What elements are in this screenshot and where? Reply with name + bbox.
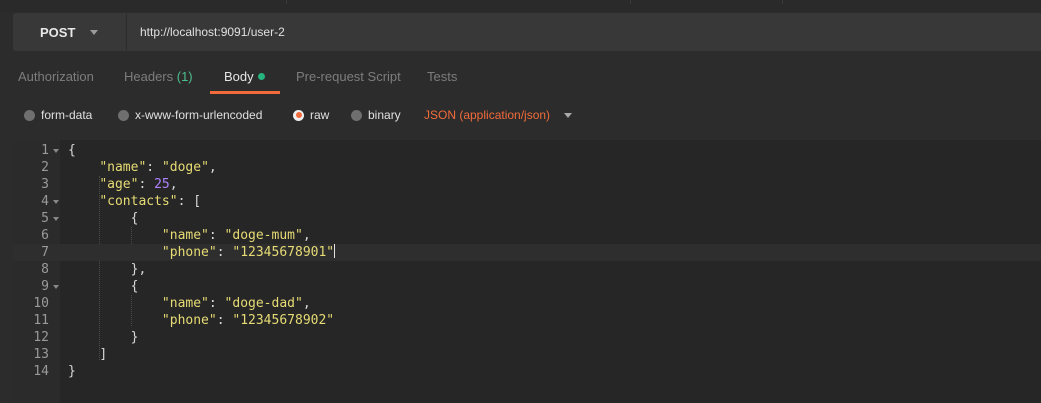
line-number: 9 xyxy=(41,279,49,294)
tab-pre-request-script[interactable]: Pre-request Script xyxy=(296,60,401,94)
code-text: }, xyxy=(130,262,147,277)
radio-icon xyxy=(351,109,362,121)
fold-arrow-icon[interactable] xyxy=(53,217,59,221)
line-number: 14 xyxy=(33,364,49,379)
code-line: 13 ] xyxy=(13,346,1041,363)
code-line: 7 "phone": "12345678901" xyxy=(13,244,1041,261)
code-text: "name": "doge-mum", xyxy=(161,228,311,243)
line-number: 7 xyxy=(41,245,49,260)
content-type-dropdown[interactable]: JSON (application/json) xyxy=(424,100,573,130)
line-number: 3 xyxy=(41,177,49,192)
code-text: "phone": "12345678902" xyxy=(161,313,335,328)
radio-icon xyxy=(24,109,35,121)
code-text: { xyxy=(130,279,139,294)
url-input[interactable] xyxy=(127,13,1041,51)
request-url-bar: POST xyxy=(13,13,1041,51)
code-line: 11 "phone": "12345678902" xyxy=(13,312,1041,329)
text-cursor xyxy=(334,244,336,258)
code-line: 1{ xyxy=(13,142,1041,159)
code-text: } xyxy=(130,330,139,345)
tab-label: Authorization xyxy=(18,69,94,84)
code-line: 6 "name": "doge-mum", xyxy=(13,227,1041,244)
code-text: "age": 25, xyxy=(99,177,178,192)
tab-headers[interactable]: Headers (1) xyxy=(124,60,193,94)
line-number: 1 xyxy=(41,143,49,158)
radio-label: x-www-form-urlencoded xyxy=(135,108,263,122)
tab-label: Tests xyxy=(427,69,458,84)
radio-label: raw xyxy=(310,108,330,122)
line-number: 4 xyxy=(41,194,49,209)
tab-body[interactable]: Body xyxy=(224,60,265,94)
strip-divider xyxy=(286,0,287,4)
content-type-label: JSON (application/json) xyxy=(424,108,551,122)
method-dropdown[interactable]: POST xyxy=(13,13,125,51)
line-number: 12 xyxy=(33,330,49,345)
line-number: 6 xyxy=(41,228,49,243)
code-line: 5 { xyxy=(13,210,1041,227)
body-type-selector: form-data x-www-form-urlencoded raw bina… xyxy=(0,100,1041,130)
body-indicator-dot-icon xyxy=(257,73,265,80)
fold-arrow-icon[interactable] xyxy=(53,200,59,204)
tab-authorization[interactable]: Authorization xyxy=(18,60,94,94)
json-body-editor[interactable]: 1{2 "name": "doge", 3 "age": 25, 4 "contac… xyxy=(13,140,1041,403)
code-line: 10 "name": "doge-dad", xyxy=(13,295,1041,312)
radio-raw[interactable]: raw xyxy=(293,100,329,130)
chevron-down-icon xyxy=(90,30,98,35)
fold-arrow-icon[interactable] xyxy=(53,285,59,289)
code-text: "phone": "12345678901" xyxy=(161,244,336,260)
code-text: ] xyxy=(99,347,108,362)
tab-label: Pre-request Script xyxy=(296,69,401,84)
code-line: 8 }, xyxy=(13,261,1041,278)
radio-label: binary xyxy=(368,108,401,122)
request-tabs: Authorization Headers (1) Body Pre-reque… xyxy=(0,60,1041,94)
fold-arrow-icon[interactable] xyxy=(53,149,59,153)
line-number: 11 xyxy=(33,313,49,328)
code-line: 2 "name": "doge", xyxy=(13,159,1041,176)
line-number: 5 xyxy=(41,211,49,226)
code-line: 9 { xyxy=(13,278,1041,295)
radio-x-www-form-urlencoded[interactable]: x-www-form-urlencoded xyxy=(118,100,262,130)
postman-request-panel: POST Authorization Headers (1) Body Pre-… xyxy=(0,0,1041,403)
code-line: 12 } xyxy=(13,329,1041,346)
line-number: 10 xyxy=(33,296,49,311)
code-text: { xyxy=(130,211,139,226)
code-line: 4 "contacts": [ xyxy=(13,193,1041,210)
top-strip xyxy=(0,0,1041,12)
code-text: "name": "doge", xyxy=(99,160,217,175)
code-text: { xyxy=(68,143,76,158)
code-line: 3 "age": 25, xyxy=(13,176,1041,193)
strip-divider xyxy=(782,0,783,4)
chevron-down-icon xyxy=(564,112,573,118)
line-number: 13 xyxy=(33,347,49,362)
code-text: } xyxy=(68,364,76,379)
strip-divider xyxy=(630,0,631,4)
headers-count-badge: (1) xyxy=(176,69,193,84)
code-text: "name": "doge-dad", xyxy=(161,296,311,311)
code-line: 14} xyxy=(13,363,1041,380)
tab-tests[interactable]: Tests xyxy=(427,60,457,94)
radio-icon xyxy=(118,109,129,121)
active-tab-underline xyxy=(210,91,280,94)
radio-label: form-data xyxy=(41,108,93,122)
method-label: POST xyxy=(40,24,76,40)
code-text: "contacts": [ xyxy=(99,194,202,209)
tab-label: Body xyxy=(224,69,254,84)
radio-checked-icon xyxy=(293,109,304,121)
line-number: 2 xyxy=(41,160,49,175)
line-number: 8 xyxy=(41,262,49,277)
radio-form-data[interactable]: form-data xyxy=(24,100,92,130)
radio-binary[interactable]: binary xyxy=(351,100,401,130)
tab-label: Headers xyxy=(124,69,177,84)
